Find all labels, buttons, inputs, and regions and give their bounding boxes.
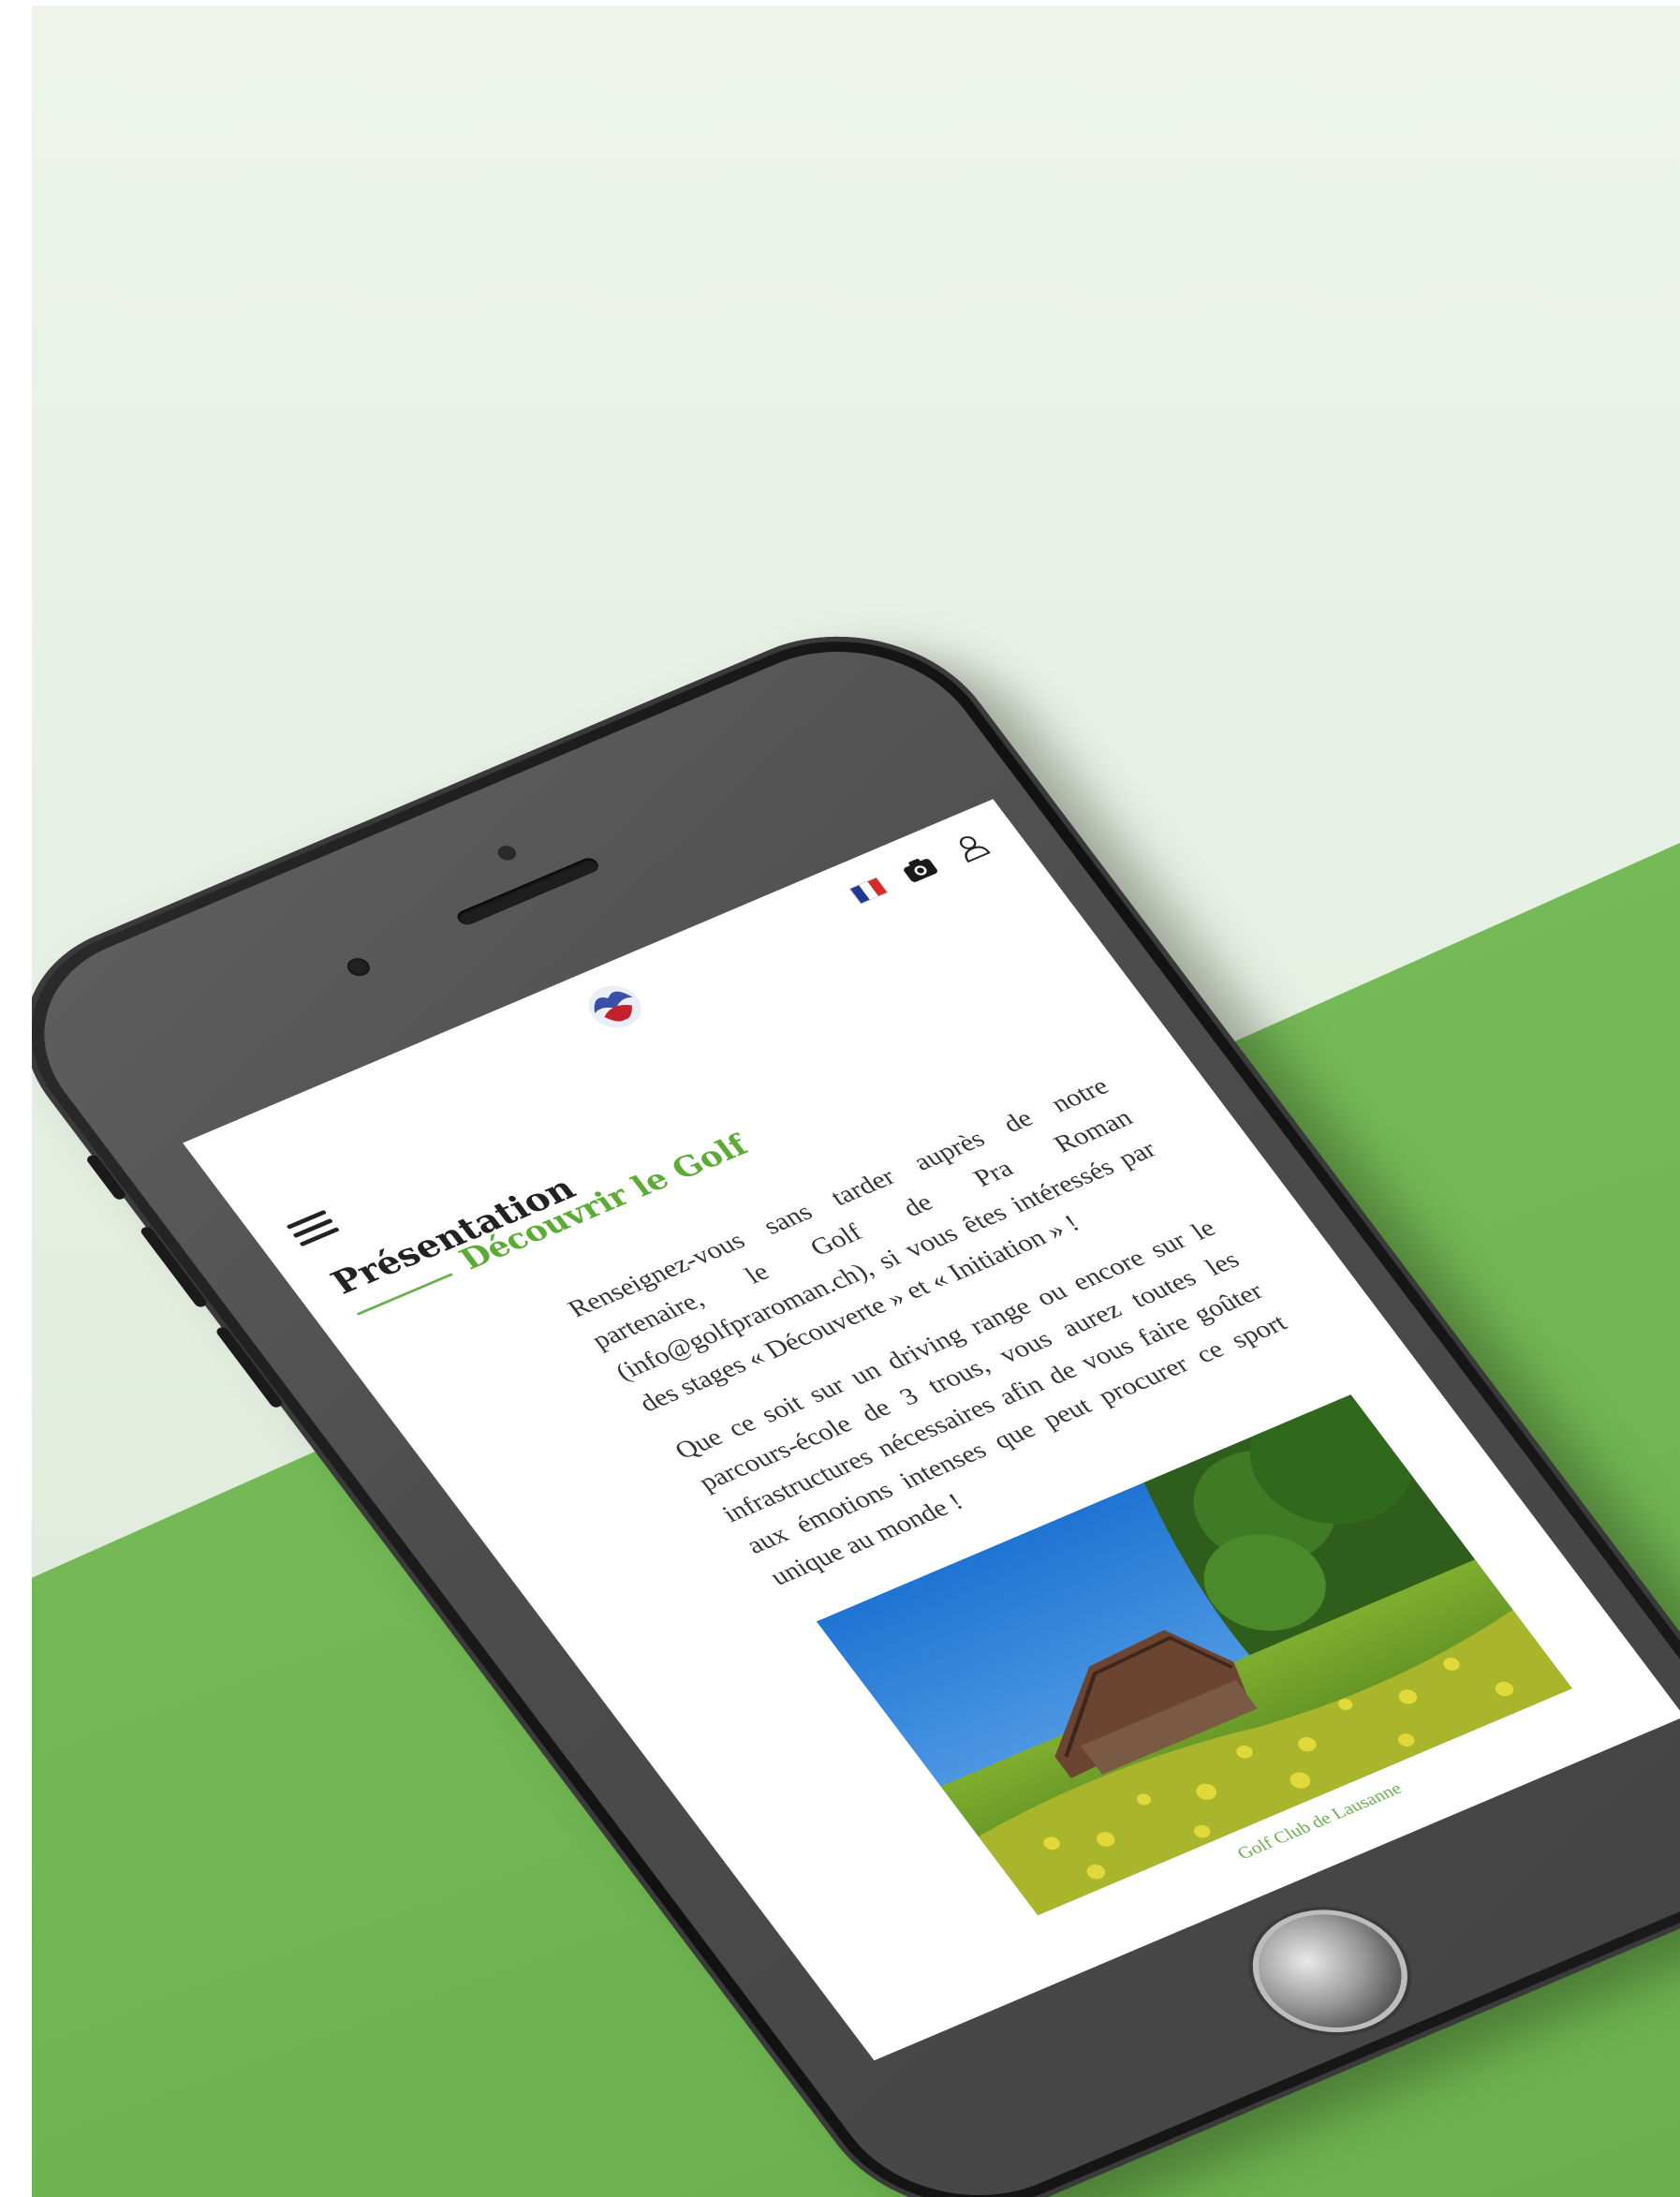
top-icons [847,830,994,907]
scene: Présentation Découvrir le Golf Renseigne… [0,0,1680,2197]
fr-flag-icon[interactable] [848,877,889,905]
section-heading: Présentation Découvrir le Golf [323,1128,755,1316]
home-button[interactable] [1231,1895,1429,2047]
hamburger-menu-icon[interactable] [286,1209,343,1250]
earpiece-speaker [453,855,602,928]
golf-club-logo[interactable] [563,969,670,1049]
proximity-sensor [343,954,375,980]
left-edge [0,0,32,2197]
top-edge [0,0,1680,6]
user-icon[interactable] [949,830,995,863]
camera-icon[interactable] [897,852,943,886]
front-camera [494,843,520,863]
